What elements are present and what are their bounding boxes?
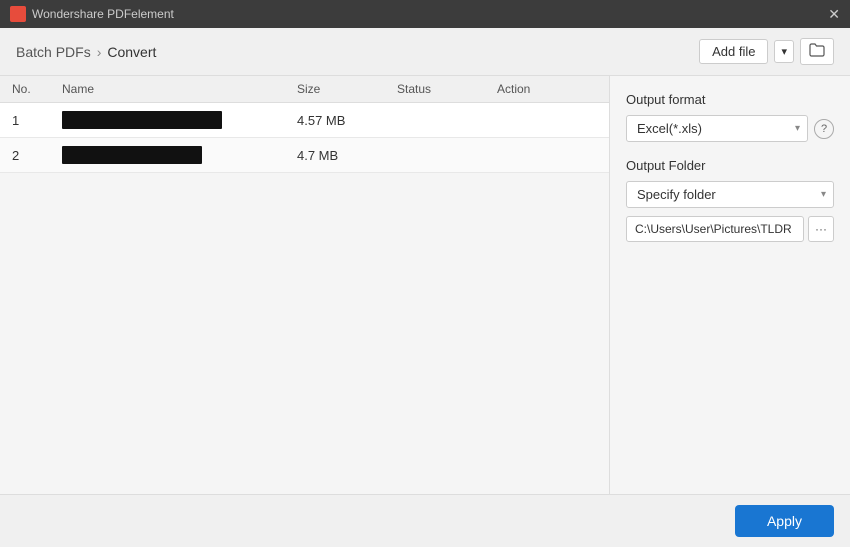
file-table-header: No. Name Size Status Action [0,76,609,103]
row-2-name-redacted [62,146,202,164]
col-status: Status [397,82,497,96]
output-format-label: Output format [626,92,834,107]
col-name: Name [62,82,297,96]
folder-path-row: ··· [626,216,834,242]
row-2-no: 2 [12,148,62,163]
add-file-dropdown-button[interactable]: ▾ [774,40,794,63]
col-size: Size [297,82,397,96]
header-bar: Batch PDFs › Convert Add file ▾ [0,28,850,76]
file-panel: No. Name Size Status Action 1 4.57 MB 2 … [0,76,610,494]
col-no: No. [12,82,62,96]
folder-icon-button[interactable] [800,38,834,65]
row-1-name-redacted [62,111,222,129]
format-select[interactable]: Excel(*.xls) Word(*.docx) PowerPoint(*.p… [626,115,808,142]
folder-path-input[interactable] [626,216,804,242]
body-layout: No. Name Size Status Action 1 4.57 MB 2 … [0,76,850,494]
folder-select[interactable]: Specify folder Same as source Custom [626,181,834,208]
title-bar: Wondershare PDFelement ✕ [0,0,850,28]
breadcrumb-current: Convert [107,44,156,60]
apply-button[interactable]: Apply [735,505,834,537]
add-file-button[interactable]: Add file [699,39,768,64]
row-1-no: 1 [12,113,62,128]
breadcrumb: Batch PDFs › Convert [16,44,156,60]
format-select-wrapper: Excel(*.xls) Word(*.docx) PowerPoint(*.p… [626,115,808,142]
main-content: Batch PDFs › Convert Add file ▾ No. Name… [0,28,850,547]
file-table-body: 1 4.57 MB 2 4.7 MB [0,103,609,494]
output-folder-label: Output Folder [626,158,834,173]
breadcrumb-separator: › [97,44,102,60]
close-button[interactable]: ✕ [828,6,840,23]
header-actions: Add file ▾ [699,38,834,65]
format-row: Excel(*.xls) Word(*.docx) PowerPoint(*.p… [626,115,834,142]
format-info-icon[interactable]: ? [814,119,834,139]
title-bar-left: Wondershare PDFelement [10,6,174,22]
table-row: 1 4.57 MB [0,103,609,138]
output-folder-section: Output Folder Specify folder Same as sou… [626,158,834,242]
bottom-bar: Apply [0,494,850,547]
table-row: 2 4.7 MB [0,138,609,173]
row-2-size: 4.7 MB [297,148,397,163]
output-format-section: Output format Excel(*.xls) Word(*.docx) … [626,92,834,142]
folder-icon [809,43,825,57]
right-panel: Output format Excel(*.xls) Word(*.docx) … [610,76,850,494]
row-1-size: 4.57 MB [297,113,397,128]
breadcrumb-parent[interactable]: Batch PDFs [16,44,91,60]
folder-select-wrapper: Specify folder Same as source Custom ▾ [626,181,834,208]
app-title: Wondershare PDFelement [32,7,174,21]
folder-browse-button[interactable]: ··· [808,216,834,242]
col-action: Action [497,82,597,96]
app-icon [10,6,26,22]
